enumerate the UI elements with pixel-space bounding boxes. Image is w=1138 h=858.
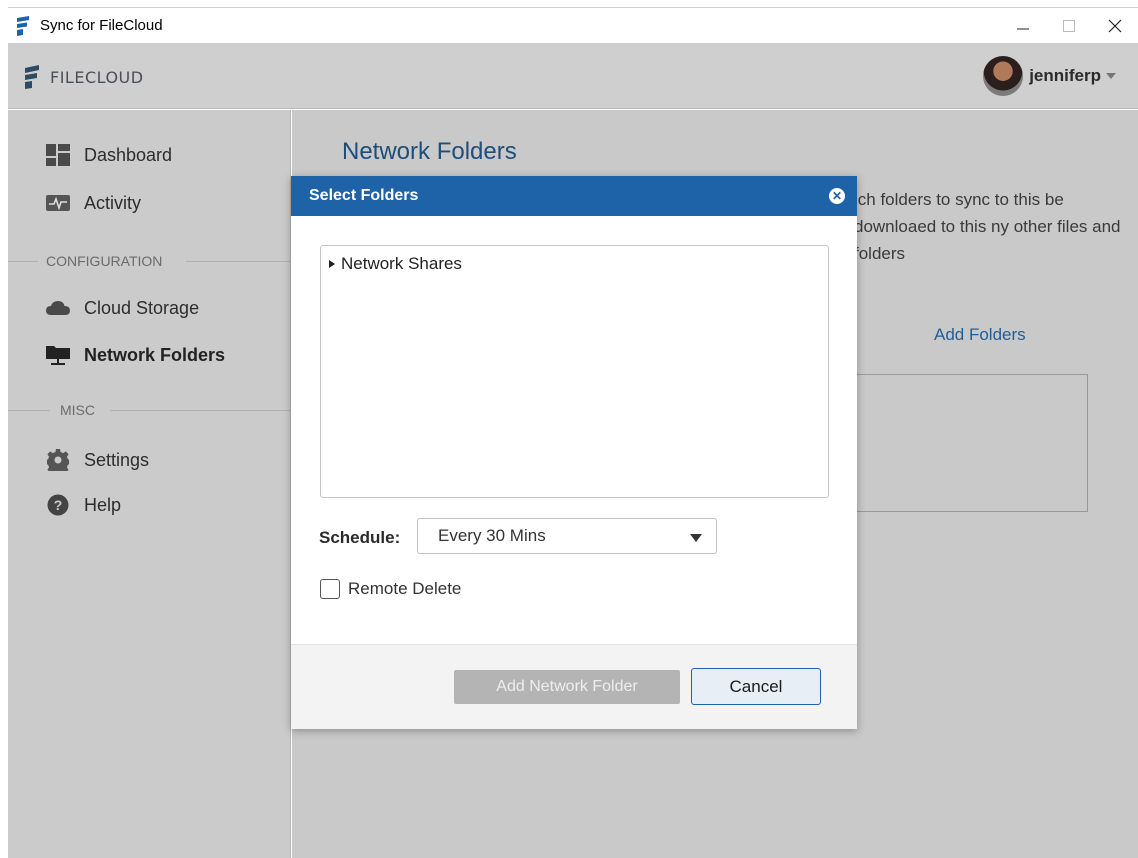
window-title: Sync for FileCloud [40,17,163,34]
select-folders-dialog: Select Folders ✕ Network Shares Schedule… [291,176,857,729]
window-controls [1000,8,1138,44]
gear-icon [46,449,70,471]
dropdown-arrow-icon [690,534,702,542]
divider [8,261,38,262]
user-menu[interactable]: jenniferp [983,56,1116,96]
sidebar: Dashboard Activity CONFIGURATION Cloud S… [8,110,291,858]
add-network-folder-button[interactable]: Add Network Folder [454,670,680,704]
schedule-label: Schedule: [319,528,401,547]
schedule-select[interactable]: Every 30 Mins [417,518,717,554]
filecloud-logo[interactable]: FILECLOUD [22,65,144,89]
remote-delete-checkbox[interactable] [320,579,340,599]
window-titlebar: Sync for FileCloud [8,7,1138,43]
network-folder-icon [46,344,70,366]
filecloud-logo-icon [25,65,39,89]
schedule-value: Every 30 Mins [438,526,546,545]
minimize-icon[interactable] [1000,8,1046,44]
activity-icon [46,192,70,214]
dashboard-icon [46,144,70,166]
add-folders-link[interactable]: Add Folders [934,325,1026,345]
sidebar-item-dashboard[interactable]: Dashboard [46,144,172,166]
logo-text: FILECLOUD [50,67,144,87]
folder-tree[interactable]: Network Shares [320,245,829,498]
sidebar-item-label: Dashboard [84,144,173,165]
section-label-configuration: CONFIGURATION [46,253,163,269]
sidebar-item-label: Settings [84,449,150,470]
username: jenniferp [1029,66,1101,85]
sidebar-item-label: Network Folders [84,344,226,365]
filecloud-app-icon [14,15,32,36]
divider [110,410,291,411]
divider [8,410,50,411]
close-icon[interactable] [1092,8,1138,44]
sidebar-item-cloud-storage[interactable]: Cloud Storage [46,297,199,319]
expand-arrow-icon[interactable] [329,260,335,268]
remote-delete-option[interactable]: Remote Delete [320,579,461,599]
avatar [983,56,1024,96]
sidebar-item-network-folders[interactable]: Network Folders [46,344,225,366]
maximize-icon[interactable] [1046,8,1092,44]
sidebar-item-help[interactable]: ? Help [46,494,121,516]
sidebar-item-label: Activity [84,192,142,213]
app-header: FILECLOUD jenniferp [8,43,1138,109]
help-icon: ? [46,494,70,516]
page-description: ich folders to sync to this be downloaed… [854,190,1121,263]
divider [186,261,291,262]
tree-node-network-shares[interactable]: Network Shares [329,254,462,274]
dialog-title: Select Folders [309,187,419,204]
tree-node-label: Network Shares [341,254,462,273]
sidebar-item-activity[interactable]: Activity [46,192,141,214]
chevron-down-icon [1106,73,1116,79]
folders-list [852,374,1088,512]
page-title: Network Folders [342,138,517,165]
sidebar-item-label: Help [84,494,122,515]
remote-delete-label: Remote Delete [348,579,462,598]
sidebar-item-settings[interactable]: Settings [46,449,149,471]
sidebar-item-label: Cloud Storage [84,297,200,318]
cloud-icon [46,297,70,319]
dialog-footer: Add Network Folder Cancel [291,644,857,729]
dialog-header: Select Folders ✕ [291,176,857,216]
close-dialog-icon[interactable]: ✕ [829,188,845,204]
section-label-misc: MISC [60,402,95,418]
svg-text:?: ? [54,497,63,513]
cancel-button[interactable]: Cancel [691,668,821,705]
